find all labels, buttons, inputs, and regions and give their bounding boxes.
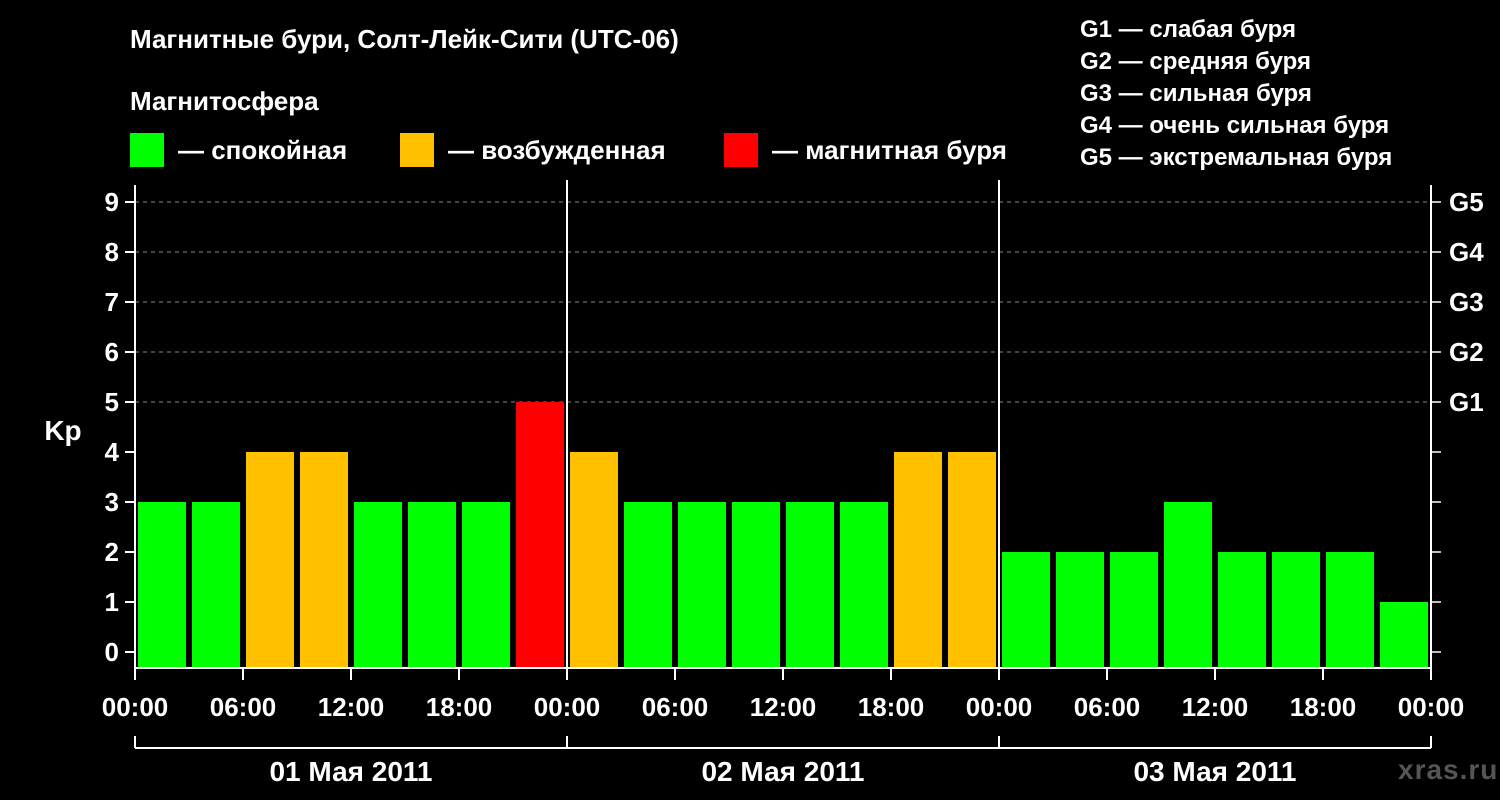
x-tick-label: 18:00 <box>858 692 925 722</box>
y-tick-label: 4 <box>105 437 120 467</box>
kp-bar <box>516 402 564 668</box>
y-tick-label: 7 <box>105 287 119 317</box>
y-tick-label: 3 <box>105 487 119 517</box>
kp-bar <box>786 502 834 668</box>
g-scale-label: G1 <box>1449 387 1484 417</box>
kp-bar <box>138 502 186 668</box>
y-tick-label: 2 <box>105 537 119 567</box>
kp-bar <box>1326 552 1374 668</box>
x-tick-label: 00:00 <box>966 692 1033 722</box>
kp-bar <box>570 452 618 668</box>
kp-bar <box>1380 602 1428 668</box>
kp-bar <box>1272 552 1320 668</box>
kp-bar <box>1218 552 1266 668</box>
kp-bar <box>624 502 672 668</box>
kp-bar <box>1110 552 1158 668</box>
x-tick-label: 18:00 <box>426 692 493 722</box>
g-scale-label: G3 <box>1449 287 1484 317</box>
x-tick-label: 12:00 <box>1182 692 1249 722</box>
x-tick-label: 06:00 <box>210 692 277 722</box>
kp-bar <box>678 502 726 668</box>
y-tick-label: 1 <box>105 587 119 617</box>
kp-bar <box>1164 502 1212 668</box>
y-tick-label: 5 <box>105 387 119 417</box>
day-label: 01 Мая 2011 <box>269 756 432 787</box>
kp-bar <box>300 452 348 668</box>
x-tick-label: 00:00 <box>1398 692 1465 722</box>
x-tick-label: 06:00 <box>1074 692 1141 722</box>
day-label: 02 Мая 2011 <box>701 756 864 787</box>
y-tick-label: 0 <box>105 637 119 667</box>
kp-bar <box>192 502 240 668</box>
watermark: xras.ru <box>1398 754 1499 785</box>
g-scale-label: G4 <box>1449 237 1484 267</box>
y-axis-title: Kp <box>44 415 81 446</box>
y-tick-label: 8 <box>105 237 119 267</box>
x-tick-label: 00:00 <box>102 692 169 722</box>
x-tick-label: 12:00 <box>318 692 385 722</box>
kp-bar <box>1056 552 1104 668</box>
kp-bar <box>246 452 294 668</box>
kp-bar-chart: 0 1 2 3 4 5 6 7 8 9 G1 G2 G3 G4 G5 Kp 00:00 06:00 12:00 18:… <box>44 180 1484 787</box>
kp-bar <box>732 502 780 668</box>
y-tick-label: 6 <box>105 337 119 367</box>
x-tick-label: 12:00 <box>750 692 817 722</box>
g-scale-label: G2 <box>1449 337 1484 367</box>
x-tick-label: 18:00 <box>1290 692 1357 722</box>
kp-bar <box>894 452 942 668</box>
kp-bar <box>408 502 456 668</box>
y-tick-label: 9 <box>105 187 119 217</box>
kp-bar <box>948 452 996 668</box>
kp-bar <box>462 502 510 668</box>
x-tick-label: 00:00 <box>534 692 601 722</box>
day-label: 03 Мая 2011 <box>1133 756 1296 787</box>
kp-bar <box>840 502 888 668</box>
x-tick-label: 06:00 <box>642 692 709 722</box>
kp-bar <box>354 502 402 668</box>
g-scale-label: G5 <box>1449 187 1484 217</box>
kp-bar <box>1002 552 1050 668</box>
